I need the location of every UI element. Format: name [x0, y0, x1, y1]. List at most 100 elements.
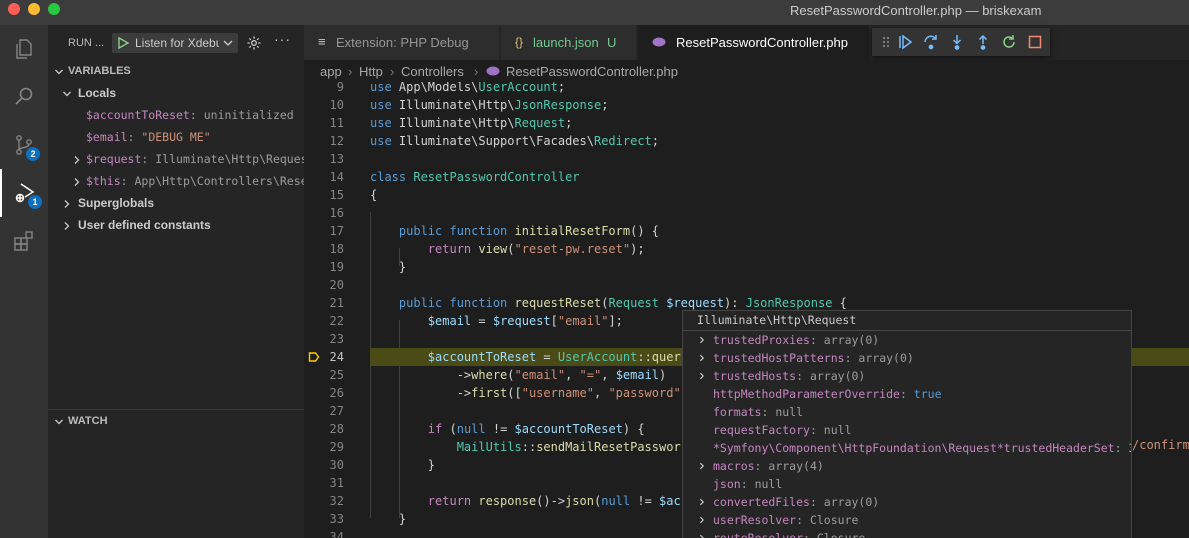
hover-variable-row[interactable]: macros: array(4) — [683, 457, 1131, 475]
tab-label: ResetPasswordController.php — [676, 35, 848, 50]
chevron-right-icon[interactable] — [72, 177, 82, 187]
debug-hover-widget[interactable]: Illuminate\Http\Request trustedProxies: … — [682, 310, 1132, 538]
step-into-icon[interactable] — [949, 34, 965, 50]
activity-explorer[interactable] — [0, 25, 48, 73]
activity-source-control[interactable]: 2 — [0, 121, 48, 169]
variable-row[interactable]: $email: "DEBUG ME" — [48, 126, 304, 148]
hover-variable-value: null — [754, 477, 783, 491]
minimize-window-button[interactable] — [28, 3, 40, 15]
hover-variable-row[interactable]: json: null — [683, 475, 1131, 493]
code-text: ->where("email", "=", $email) — [370, 368, 667, 382]
start-debugging-icon[interactable] — [116, 36, 130, 50]
code-line[interactable]: 16 — [304, 204, 1189, 222]
activity-search[interactable] — [0, 73, 48, 121]
watch-section-header[interactable]: WATCH — [48, 409, 304, 431]
hover-variable-row[interactable]: routeResolver: Closure — [683, 529, 1131, 538]
more-actions-icon[interactable]: ··· — [274, 31, 291, 47]
hover-variable-row[interactable]: convertedFiles: array(0) — [683, 493, 1131, 511]
variable-value: App\Http\Controllers\ResetPasswordContro… — [134, 174, 304, 188]
tab-extension-php-debug[interactable]: ≡ Extension: PHP Debug — [304, 25, 500, 60]
hover-variable-row[interactable]: userResolver: Closure — [683, 511, 1131, 529]
code-line[interactable]: 10 use Illuminate\Http\JsonResponse; — [304, 96, 1189, 114]
variable-row[interactable]: $accountToReset: uninitialized — [48, 104, 304, 126]
hover-variable-value: true — [913, 387, 942, 401]
gear-icon[interactable] — [246, 35, 262, 51]
variable-name: $request — [86, 152, 142, 166]
chevron-right-icon: › — [348, 64, 353, 79]
hover-variable-row[interactable]: trustedHostPatterns: array(0) — [683, 349, 1131, 367]
chevron-right-icon[interactable] — [698, 372, 706, 380]
code-line[interactable]: 13 — [304, 150, 1189, 168]
chevron-right-icon[interactable] — [72, 155, 82, 165]
line-number: 29 — [329, 440, 344, 454]
variable-value: uninitialized — [203, 108, 294, 122]
breadcrumb-item[interactable]: ResetPasswordController.php — [506, 64, 678, 79]
line-number: 24 — [329, 350, 344, 364]
step-over-icon[interactable] — [923, 34, 939, 50]
continue-icon[interactable] — [897, 34, 913, 50]
launch-config-select[interactable]: Listen for Xdebug — [112, 33, 238, 53]
hover-variable-row[interactable]: formats: null — [683, 403, 1131, 421]
variable-row[interactable]: $request: Illuminate\Http\Request — [48, 148, 304, 170]
code-line[interactable]: 19 } — [304, 258, 1189, 276]
variable-value: "DEBUG ME" — [141, 130, 211, 144]
hover-variable-name: convertedFiles — [713, 495, 810, 509]
variable-name: $email — [86, 130, 128, 144]
activity-bar: 2 1 — [0, 25, 48, 538]
line-number: 18 — [329, 242, 344, 256]
hover-variable-name: *Symfony\Component\HttpFoundation\Reques… — [713, 441, 1115, 455]
watch-section-title: WATCH — [68, 415, 108, 427]
code-line[interactable]: 18 return view("reset-pw.reset"); — [304, 240, 1189, 258]
drag-handle-icon[interactable] — [878, 34, 894, 50]
code-line[interactable]: 15 { — [304, 186, 1189, 204]
code-text: class ResetPasswordController — [370, 170, 580, 184]
hover-variable-value: Closure — [809, 513, 859, 527]
breadcrumb-item[interactable]: Controllers — [401, 64, 464, 79]
code-line[interactable]: 12 use Illuminate\Support\Facades\Redirec… — [304, 132, 1189, 150]
chevron-right-icon[interactable] — [698, 516, 706, 524]
variable-row[interactable]: $this: App\Http\Controllers\ResetPasswor… — [48, 170, 304, 192]
code-text: $email = $request["email"]; — [427, 314, 623, 328]
tab-label: Extension: PHP Debug — [336, 35, 469, 50]
activity-run-debug[interactable]: 1 — [0, 169, 48, 217]
code-line[interactable]: 17 public function initialResetForm() { — [304, 222, 1189, 240]
php-icon — [486, 66, 500, 76]
variable-value: Illuminate\Http\Request — [155, 152, 304, 166]
hover-variable-value: null — [775, 405, 804, 419]
run-toolbar: RUN ... Listen for Xdebug ··· — [48, 25, 304, 61]
variable-name: $this — [86, 174, 121, 188]
restart-icon[interactable] — [1001, 34, 1017, 50]
tab-reset-password-controller[interactable]: ResetPasswordController.php — [638, 25, 870, 60]
hover-variable-row[interactable]: *Symfony\Component\HttpFoundation\Reques… — [683, 439, 1131, 457]
hover-variable-row[interactable]: trustedProxies: array(0) — [683, 331, 1131, 349]
chevron-right-icon[interactable] — [698, 354, 706, 362]
code-line[interactable]: 20 — [304, 276, 1189, 294]
activity-extensions[interactable] — [0, 217, 48, 265]
breadcrumb-item[interactable]: app — [320, 64, 342, 79]
step-out-icon[interactable] — [975, 34, 991, 50]
close-window-button[interactable] — [8, 3, 20, 15]
constants-scope[interactable]: User defined constants — [48, 214, 304, 236]
line-number: 17 — [329, 224, 344, 238]
chevron-right-icon[interactable] — [698, 462, 706, 470]
chevron-right-icon[interactable] — [698, 498, 706, 506]
hover-variable-row[interactable]: trustedHosts: array(0) — [683, 367, 1131, 385]
locals-scope[interactable]: Locals — [48, 82, 304, 104]
chevron-right-icon[interactable] — [698, 534, 706, 538]
code-line[interactable]: 9 use App\Models\UserAccount; — [304, 82, 1189, 96]
variable-name: $accountToReset — [86, 108, 190, 122]
code-line[interactable]: 11 use Illuminate\Http\Request; — [304, 114, 1189, 132]
hover-variable-row[interactable]: requestFactory: null — [683, 421, 1131, 439]
code-line[interactable]: 14 class ResetPasswordController — [304, 168, 1189, 186]
hover-variable-name: trustedHostPatterns — [713, 351, 845, 365]
hover-variable-row[interactable]: httpMethodParameterOverride: true — [683, 385, 1131, 403]
breadcrumb-item[interactable]: Http — [359, 64, 383, 79]
line-number: 31 — [329, 476, 344, 490]
variables-section-header[interactable]: VARIABLES — [48, 61, 304, 83]
hover-variable-name: formats — [713, 405, 762, 419]
chevron-right-icon[interactable] — [698, 336, 706, 344]
superglobals-scope[interactable]: Superglobals — [48, 192, 304, 214]
tab-launch-json[interactable]: {} launch.json U — [501, 25, 637, 60]
zoom-window-button[interactable] — [48, 3, 60, 15]
stop-icon[interactable] — [1027, 34, 1043, 50]
